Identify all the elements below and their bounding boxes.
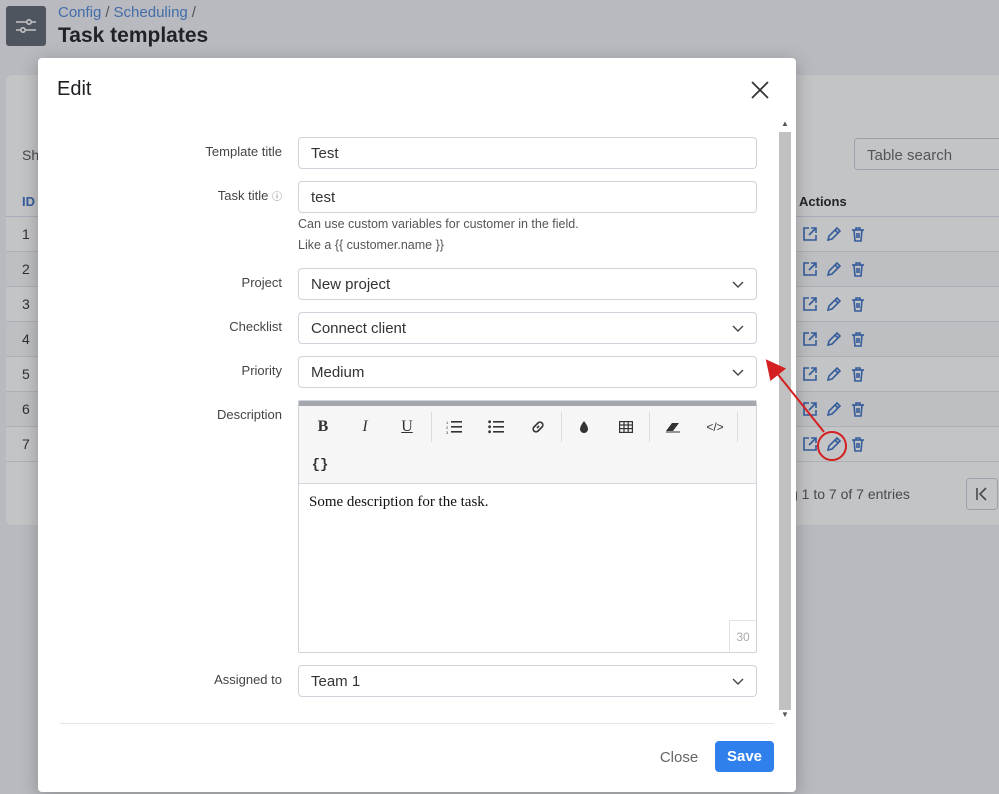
toolbar-divider	[561, 412, 562, 442]
checklist-label: Checklist	[229, 319, 282, 334]
task-title-label: Task title ⓘ	[218, 188, 282, 203]
task-title-hint-example: Like a {{ customer.name }}	[298, 238, 444, 252]
priority-select[interactable]: Medium	[298, 356, 757, 388]
eraser-icon[interactable]	[658, 414, 688, 440]
description-label: Description	[216, 407, 282, 422]
checklist-value: Connect client	[311, 320, 407, 337]
modal-footer-divider	[60, 723, 774, 724]
editor-content[interactable]: Some description for the task.	[299, 484, 756, 521]
svg-text:3: 3	[446, 430, 449, 434]
character-counter: 30	[729, 620, 756, 652]
template-title-input[interactable]: Test	[298, 137, 757, 169]
project-label: Project	[241, 275, 282, 290]
chevron-down-icon	[732, 369, 744, 376]
modal-title: Edit	[57, 78, 92, 100]
bullet-list-icon[interactable]	[481, 414, 511, 440]
scroll-up-icon[interactable]: ▲	[781, 119, 789, 128]
toolbar-divider	[431, 412, 432, 442]
priority-value: Medium	[311, 364, 365, 381]
toolbar-divider	[737, 412, 738, 442]
project-value: New project	[311, 276, 391, 293]
task-title-value: test	[311, 189, 336, 206]
text-color-icon[interactable]	[569, 414, 599, 440]
code-view-icon[interactable]: </>	[700, 414, 730, 440]
scrollbar-thumb[interactable]	[779, 132, 791, 710]
task-title-hint: Can use custom variables for customer in…	[298, 217, 579, 231]
chevron-down-icon	[732, 325, 744, 332]
description-editor: B I U 123 </> {} Some description for th…	[298, 400, 757, 653]
underline-button[interactable]: U	[392, 414, 422, 440]
ordered-list-icon[interactable]: 123	[439, 414, 469, 440]
editor-toolbar: B I U 123 </> {}	[299, 406, 756, 484]
scroll-down-icon[interactable]: ▼	[781, 710, 789, 719]
save-button[interactable]: Save	[715, 741, 774, 772]
italic-button[interactable]: I	[350, 414, 380, 440]
variables-button[interactable]: {}	[305, 452, 335, 478]
chevron-down-icon	[732, 281, 744, 288]
assigned-to-label: Assigned to	[214, 672, 282, 687]
edit-modal: Edit ▲ ▼ Template title Task title ⓘ Pro…	[38, 58, 796, 792]
task-title-label-text: Task title	[217, 188, 269, 203]
checklist-select[interactable]: Connect client	[298, 312, 757, 344]
template-title-label: Template title	[205, 144, 282, 159]
task-title-input[interactable]: test	[298, 181, 757, 213]
assigned-to-value: Team 1	[311, 673, 361, 690]
close-icon[interactable]	[749, 79, 771, 101]
chevron-down-icon	[732, 678, 744, 685]
toolbar-divider	[649, 412, 650, 442]
table-icon[interactable]	[611, 414, 641, 440]
priority-label: Priority	[241, 363, 282, 378]
template-title-value: Test	[311, 145, 339, 162]
modal-scrollbar[interactable]: ▲ ▼	[778, 118, 792, 723]
close-button[interactable]: Close	[652, 742, 706, 772]
info-icon[interactable]: ⓘ	[272, 192, 282, 203]
bold-button[interactable]: B	[308, 414, 338, 440]
project-select[interactable]: New project	[298, 268, 757, 300]
link-icon[interactable]	[523, 414, 553, 440]
assigned-to-select[interactable]: Team 1	[298, 665, 757, 697]
